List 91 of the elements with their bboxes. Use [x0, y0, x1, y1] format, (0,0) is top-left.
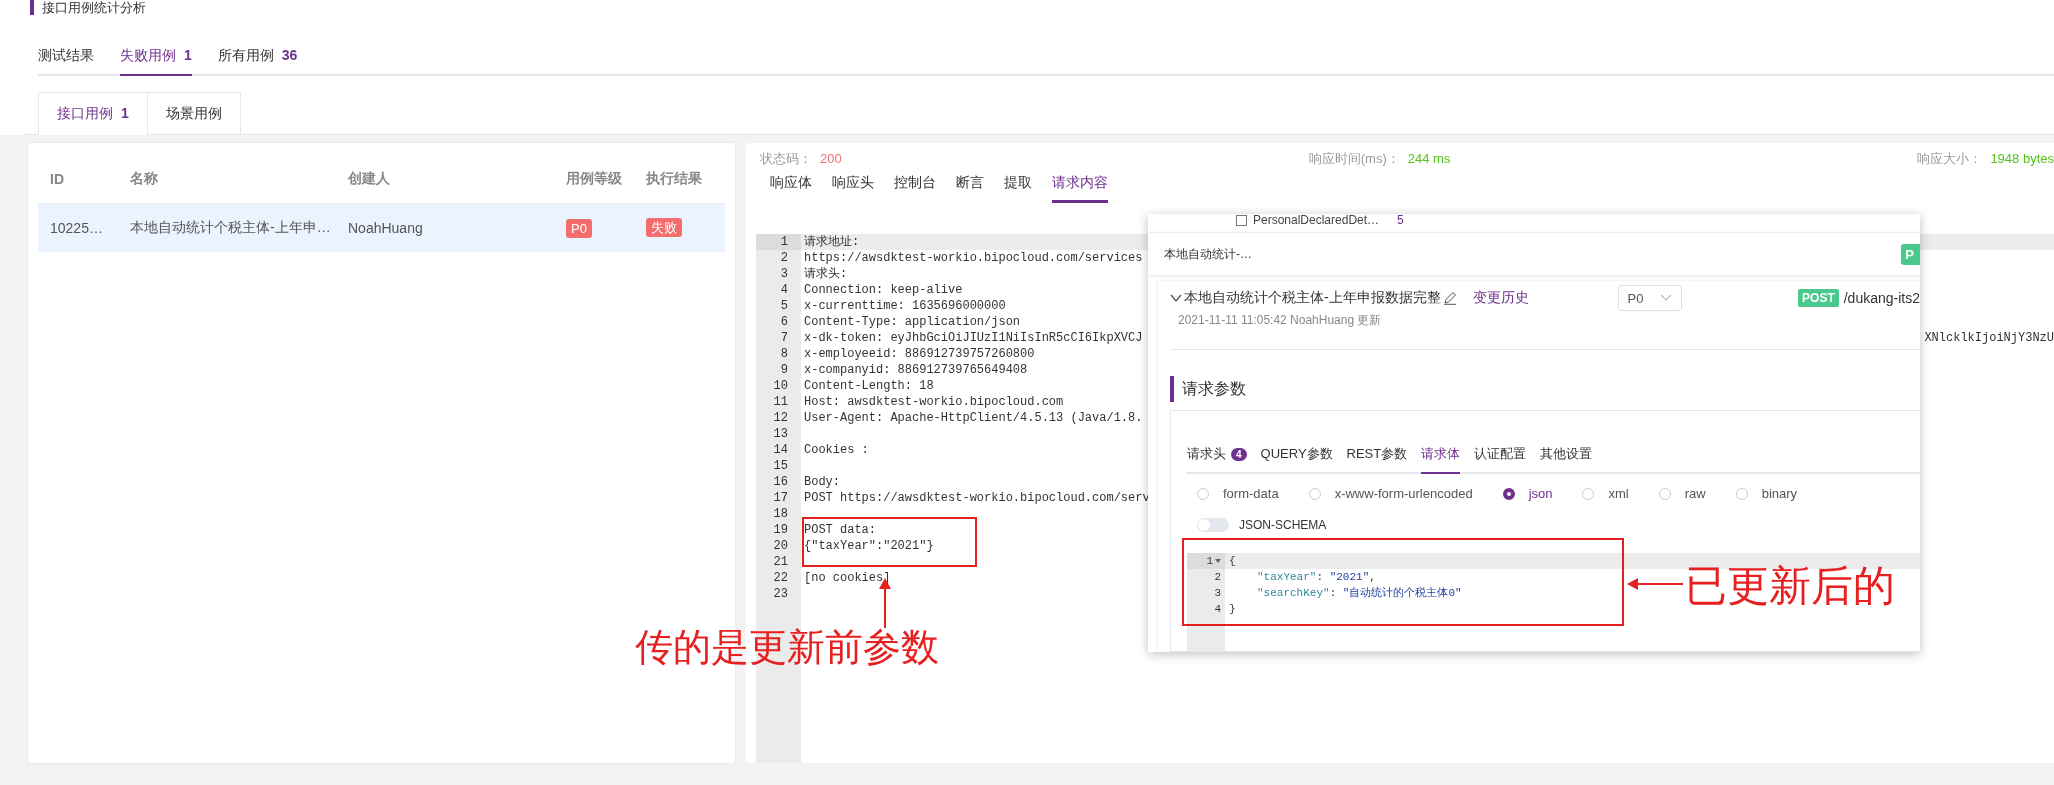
code-line: 请求头: — [803, 266, 848, 282]
params-tab[interactable]: 认证配置 — [1474, 441, 1527, 474]
code-line: POST https://awsdktest-workio.bipocloud.com/serv — [803, 490, 1150, 506]
response-tab[interactable]: 响应头 — [832, 170, 874, 203]
code-line: User-Agent: Apache-HttpClient/4.5.13 (Java/1.8. — [803, 410, 1143, 426]
status-code: 200 — [820, 151, 842, 166]
code-line: } — [1228, 602, 1236, 617]
body-type-radio[interactable]: x-www-form-urlencoded — [1308, 486, 1473, 501]
case-card[interactable]: 本地自动统计-… P — [1148, 232, 1920, 275]
result-badge: 失败 — [646, 218, 682, 237]
line-number: 1 — [756, 234, 801, 250]
fold-icon[interactable] — [1215, 559, 1221, 563]
section-title: 请求参数 — [1170, 376, 1920, 402]
params-tab[interactable]: QUERY参数 — [1260, 441, 1333, 474]
checkbox[interactable] — [1236, 214, 1247, 226]
response-tab[interactable]: 请求内容 — [1052, 170, 1108, 203]
annotation-arrow — [1626, 577, 1684, 591]
code-line: x-companyid: 886912739765649408 — [803, 362, 1028, 378]
code-line: {"taxYear":"2021"} — [803, 538, 934, 554]
result-tab[interactable]: 测试结果 — [38, 41, 94, 76]
code-line: [no cookies] — [803, 570, 891, 586]
code-line: "searchKey": "自动统计的个税主体0" — [1256, 586, 1462, 601]
response-size: 1948 bytes — [1990, 151, 2054, 166]
item-count: 5 — [1397, 214, 1404, 226]
page-title: 接口用例统计分析 — [30, 0, 2054, 15]
code-line: XNlcklkIjoiNjY3NzU — [1924, 330, 2054, 346]
code-line: POST data: — [803, 522, 876, 538]
request-path: /dukang-its2 — [1843, 290, 1920, 306]
column-header: ID — [49, 171, 65, 187]
response-tab[interactable]: 提取 — [1004, 170, 1032, 203]
pencil-icon[interactable] — [1442, 291, 1457, 305]
line-number: 2 — [1214, 570, 1221, 585]
code-line: https://awsdktest-workio.bipocloud.com/services — [803, 250, 1143, 266]
response-time: 244 ms — [1407, 151, 1451, 166]
column-header: 用例等级 — [565, 170, 623, 188]
code-line: Body: — [803, 474, 840, 490]
table-cell: 10225… — [50, 220, 103, 236]
list-item-text: PersonalDeclaredDet… — [1253, 214, 1380, 226]
code-line: "taxYear": "2021", — [1256, 570, 1376, 585]
params-tab[interactable]: 请求头 4 — [1187, 441, 1247, 474]
code-line: Content-Type: application/json — [803, 314, 1021, 330]
body-type-radio[interactable]: raw — [1658, 486, 1706, 501]
level-select[interactable]: P0 — [1618, 285, 1682, 311]
body-type-radio[interactable]: xml — [1582, 486, 1629, 501]
code-line: Connection: keep-alive — [803, 282, 963, 298]
toggle-label: JSON-SCHEMA — [1239, 518, 1327, 532]
result-tab[interactable]: 失败用例 1 — [120, 41, 192, 76]
case-tab[interactable]: 场景用例 — [147, 92, 241, 135]
body-type-radio[interactable]: binary — [1735, 486, 1798, 501]
annotation-text: 已更新后的 — [1685, 561, 1895, 611]
code-line: Content-Length: 18 — [803, 378, 934, 394]
code-line: { — [1228, 554, 1236, 569]
level-badge: P — [1901, 243, 1920, 265]
history-link[interactable]: 变更历史 — [1472, 289, 1529, 307]
response-tab[interactable]: 响应体 — [770, 170, 812, 203]
body-type-radio[interactable]: form-data — [1197, 486, 1279, 501]
code-line: x-currenttime: 1635696000000 — [803, 298, 1006, 314]
params-tab[interactable]: 请求体 — [1421, 441, 1461, 474]
params-tab[interactable]: REST参数 — [1346, 441, 1408, 474]
code-line: x-dk-token: eyJhbGciOiJIUzI1NiIsInR5cCI6IkpXVCJ — [803, 330, 1143, 346]
body-type-radio[interactable]: json — [1502, 486, 1553, 501]
table-row[interactable]: 10225… 本地自动统计个税主体-上年申… NoahHuang P0 失败 — [38, 203, 725, 252]
code-line: 请求地址: — [803, 234, 860, 250]
annotation-text: 传的是更新前参数 — [635, 625, 939, 670]
chevron-down-icon[interactable] — [1170, 293, 1182, 303]
params-tab[interactable]: 其他设置 — [1540, 441, 1593, 474]
line-number: 4 — [1214, 602, 1221, 617]
case-tab[interactable]: 接口用例 1 — [38, 92, 148, 135]
update-info: 2021-11-11 11:05:42 NoahHuang 更新 — [1178, 312, 1383, 329]
table-cell: NoahHuang — [348, 220, 423, 236]
column-header: 名称 — [129, 170, 159, 188]
toggle-switch[interactable] — [1197, 518, 1229, 532]
result-tab[interactable]: 所有用例 36 — [217, 41, 298, 76]
response-tab[interactable]: 断言 — [956, 170, 984, 203]
code-line: x-employeeid: 886912739757260800 — [803, 346, 1035, 362]
line-number: 1 — [1206, 554, 1213, 569]
level-badge: P0 — [566, 219, 592, 238]
response-tab[interactable]: 控制台 — [894, 170, 936, 203]
column-header: 执行结果 — [645, 170, 703, 188]
line-number: 3 — [1214, 586, 1221, 601]
time-label: 响应时间(ms)： — [1308, 151, 1400, 166]
code-line: Cookies : — [803, 442, 869, 458]
case-title: 本地自动统计-… — [1164, 245, 1252, 263]
method-badge: POST — [1798, 289, 1839, 307]
size-label: 响应大小： — [1917, 151, 1983, 166]
chevron-down-icon — [1660, 294, 1673, 302]
code-line: Host: awsdktest-workio.bipocloud.com — [803, 394, 1064, 410]
column-header: 创建人 — [347, 170, 391, 188]
case-name: 本地自动统计个税主体-上年申报数据完整 — [1184, 289, 1441, 307]
status-label: 状态码： — [760, 151, 812, 166]
table-cell: 本地自动统计个税主体-上年申… — [130, 219, 331, 235]
